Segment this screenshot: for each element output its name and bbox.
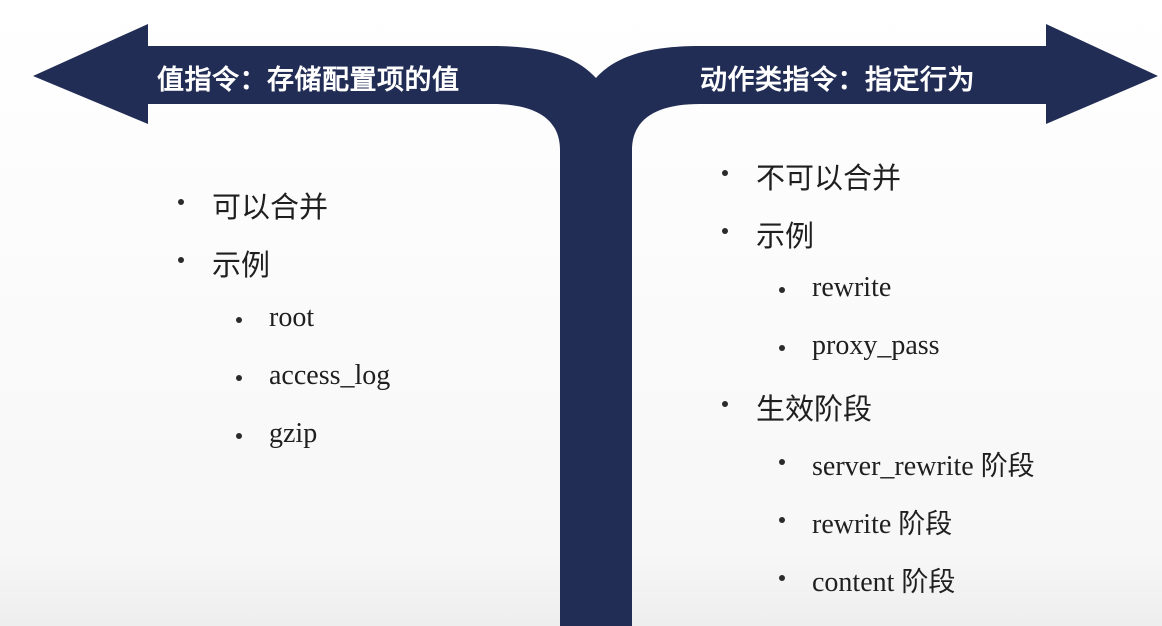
list-item-label: gzip (269, 418, 318, 449)
phase-name: rewrite (812, 509, 892, 540)
bullet-icon (779, 287, 785, 293)
bullet-icon (236, 433, 242, 439)
bullet-icon (178, 257, 184, 263)
bullet-icon (722, 401, 728, 407)
phase-suffix: 阶段 (980, 451, 1035, 482)
list-item-label: 不可以合并 (756, 161, 902, 195)
list-item-not-mergeable: 不可以合并 (722, 155, 902, 197)
list-item-rewrite: rewrite (779, 272, 892, 304)
list-item-label: 示例 (212, 248, 271, 282)
list-item-proxy-pass: proxy_pass (779, 330, 940, 362)
slide: 值指令：存储配置项的值 动作类指令：指定行为 可以合并 示例 root acce… (0, 0, 1162, 626)
bullet-icon (236, 375, 242, 381)
left-arrow-title: 值指令：存储配置项的值 (157, 65, 460, 96)
bullet-icon (722, 170, 728, 176)
phase-suffix: 阶段 (901, 567, 956, 598)
list-item-label: rewrite (812, 272, 892, 303)
list-item-phase-rewrite: rewrite 阶段 (779, 502, 953, 541)
bullet-icon (779, 517, 785, 523)
bullet-icon (779, 459, 785, 465)
list-item-label: 示例 (756, 219, 815, 253)
bullet-icon (236, 317, 242, 323)
list-item-label: root (269, 302, 315, 333)
list-item-phase-heading: 生效阶段 (722, 386, 873, 428)
bullet-icon (779, 345, 785, 351)
two-way-arrow-shape (33, 24, 1158, 626)
list-item-gzip: gzip (236, 418, 318, 450)
phase-name: server_rewrite (812, 451, 974, 482)
list-item-access-log: access_log (236, 360, 391, 392)
list-item-mergeable: 可以合并 (178, 184, 329, 226)
list-item-root: root (236, 302, 315, 334)
bullet-icon (722, 228, 728, 234)
list-item-example: 示例 (178, 242, 271, 284)
phase-suffix: 阶段 (898, 509, 953, 540)
right-arrow-title: 动作类指令：指定行为 (700, 65, 975, 96)
list-item-label: proxy_pass (812, 330, 940, 361)
bullet-icon (779, 575, 785, 581)
bullet-icon (178, 199, 184, 205)
list-item-example: 示例 (722, 213, 815, 255)
list-item-label: 生效阶段 (756, 392, 873, 426)
list-item-phase-server-rewrite: server_rewrite 阶段 (779, 444, 1035, 483)
list-item-label: access_log (269, 360, 391, 391)
list-item-label: 可以合并 (212, 190, 329, 224)
phase-name: content (812, 567, 895, 598)
list-item-phase-content: content 阶段 (779, 560, 956, 599)
